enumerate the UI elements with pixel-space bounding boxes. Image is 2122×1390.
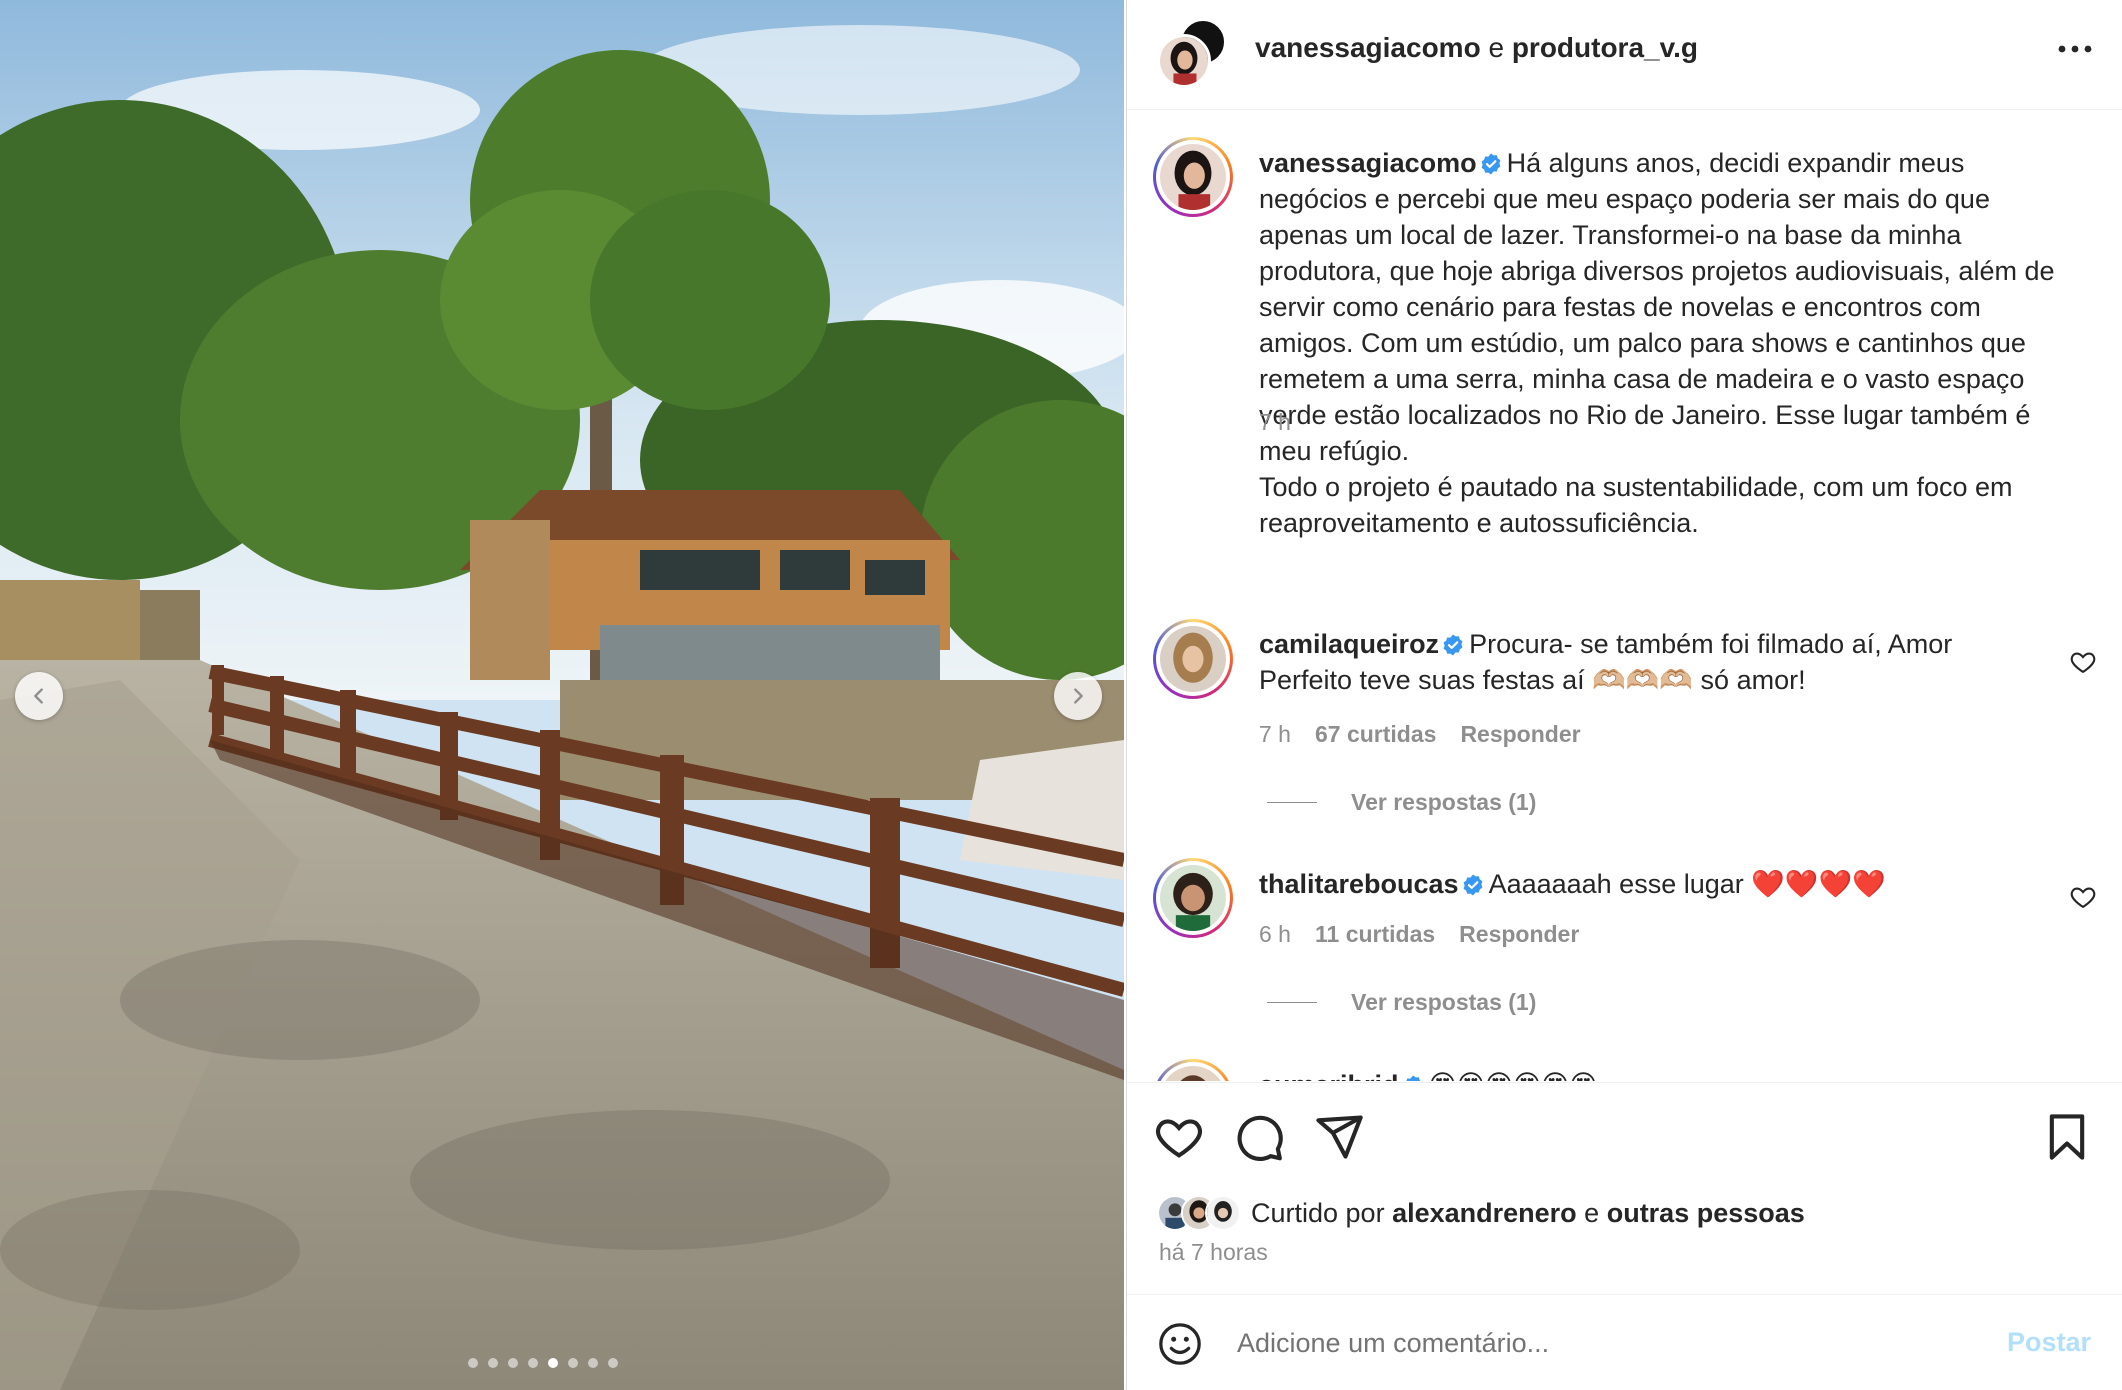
comment-text: thalitareboucas Aaaaaaah esse lugar ❤️❤️❤… [1259, 866, 2049, 902]
comment-text: aumaribrid 😍😍😍😍😍😍 [1259, 1067, 2049, 1081]
reply-button[interactable]: Responder [1459, 921, 1579, 947]
liked-by-text: Curtido por alexandrenero e outras pesso… [1251, 1198, 1805, 1229]
verified-badge-icon [1405, 1075, 1421, 1081]
slide-dot [508, 1358, 518, 1368]
comment-avatar[interactable] [1153, 1059, 1233, 1081]
like-comment-heart-icon[interactable] [2069, 648, 2097, 676]
comment-username[interactable]: aumaribrid [1259, 1070, 1399, 1081]
post-header-title: vanessagiacomo e produtora_v.g [1255, 32, 1698, 64]
post-media[interactable] [0, 0, 1124, 1390]
comment-username[interactable]: thalitareboucas [1259, 869, 1459, 899]
comment-meta: 7 h 67 curtidas Responder [1259, 721, 1581, 748]
post-comment-button[interactable]: Postar [2007, 1327, 2091, 1358]
liked-mid: e [1576, 1197, 1607, 1228]
more-options-button[interactable] [2047, 34, 2103, 64]
view-replies-label: Ver respostas (1) [1351, 989, 1537, 1015]
slide-dot [528, 1358, 538, 1368]
liked-others-link[interactable]: outras pessoas [1607, 1198, 1805, 1228]
slide-dot [588, 1358, 598, 1368]
comment-body: Aaaaaaah esse lugar [1488, 869, 1752, 899]
view-replies-label: Ver respostas (1) [1351, 789, 1537, 815]
slide-dot [488, 1358, 498, 1368]
caption-meta: 7 h [1259, 409, 1291, 436]
comment-time[interactable]: 7 h [1259, 721, 1291, 747]
post-details-panel: vanessagiacomo e produtora_v.g vanessagi… [1126, 0, 2122, 1390]
comment-emoji: 😍😍😍😍😍😍 [1429, 1070, 1598, 1081]
save-bookmark-icon[interactable] [2041, 1111, 2093, 1163]
post-photo [0, 0, 1124, 1390]
liked-by-row[interactable]: Curtido por alexandrenero e outras pesso… [1157, 1193, 1805, 1233]
caption-username[interactable]: vanessagiacomo [1259, 148, 1477, 178]
view-replies-button[interactable]: Ver respostas (1) [1267, 789, 1536, 816]
post-time-ago[interactable]: há 7 horas [1159, 1239, 1268, 1266]
more-horizontal-icon [2058, 45, 2092, 53]
like-heart-icon[interactable] [1153, 1111, 1205, 1163]
comment-avatar[interactable] [1153, 619, 1233, 699]
verified-badge-icon [1463, 874, 1482, 896]
comment-meta: 6 h 11 curtidas Responder [1259, 921, 1579, 948]
previous-slide-button[interactable] [15, 672, 63, 720]
comment-body-end: só amor! [1693, 665, 1806, 695]
liker-avatar [1205, 1195, 1241, 1231]
caption-body-2: Todo o projeto é pautado na sustentabili… [1259, 472, 2013, 538]
caption-time[interactable]: 7 h [1259, 409, 1291, 435]
reply-button[interactable]: Responder [1460, 721, 1580, 747]
liked-user-link[interactable]: alexandrenero [1392, 1198, 1577, 1228]
add-comment-bar: Postar [1127, 1294, 2122, 1390]
slide-dot [468, 1358, 478, 1368]
emoji-smiley-icon[interactable] [1157, 1321, 1203, 1367]
view-replies-button[interactable]: Ver respostas (1) [1267, 989, 1536, 1016]
like-comment-heart-icon[interactable] [2069, 883, 2097, 911]
post-caption: vanessagiacomo Há alguns anos, decidi exp… [1259, 145, 2059, 541]
comment-username[interactable]: camilaqueiroz [1259, 629, 1439, 659]
verified-badge-icon [1481, 153, 1501, 175]
comment-emoji: ❤️❤️❤️❤️ [1751, 869, 1886, 899]
comment-time[interactable]: 6 h [1259, 921, 1291, 947]
share-send-icon[interactable] [1313, 1111, 1365, 1163]
comments-scroll-area[interactable]: vanessagiacomo Há alguns anos, decidi exp… [1127, 111, 2122, 1081]
slide-dot [608, 1358, 618, 1368]
comment-likes[interactable]: 67 curtidas [1315, 721, 1436, 747]
post-header: vanessagiacomo e produtora_v.g [1127, 0, 2122, 110]
liked-prefix: Curtido por [1251, 1197, 1393, 1228]
comment-text: camilaqueiroz Procura- se também foi film… [1259, 626, 2049, 698]
chevron-left-icon [34, 688, 43, 704]
header-username-1[interactable]: vanessagiacomo [1255, 32, 1481, 63]
slide-dot [568, 1358, 578, 1368]
avatar-vanessagiacomo[interactable] [1157, 34, 1211, 88]
caption-avatar[interactable] [1153, 137, 1233, 217]
caption-body: Há alguns anos, decidi expandir meus neg… [1259, 148, 2055, 466]
collab-avatars[interactable] [1157, 18, 1237, 88]
verified-badge-icon [1443, 634, 1463, 656]
chevron-right-icon [1074, 688, 1083, 704]
comment-bubble-icon[interactable] [1233, 1111, 1285, 1163]
post-actions: Curtido por alexandrenero e outras pesso… [1127, 1082, 2122, 1292]
header-username-2[interactable]: produtora_v.g [1512, 32, 1698, 63]
slide-indicator [468, 1358, 618, 1368]
header-connector: e [1480, 32, 1512, 63]
comment-input[interactable] [1237, 1321, 1937, 1365]
comment-emoji: 🫶🏼🫶🏼🫶🏼 [1592, 665, 1694, 695]
comment-avatar[interactable] [1153, 858, 1233, 938]
slide-dot-active [548, 1358, 558, 1368]
comment-likes[interactable]: 11 curtidas [1315, 921, 1435, 947]
next-slide-button[interactable] [1054, 672, 1102, 720]
